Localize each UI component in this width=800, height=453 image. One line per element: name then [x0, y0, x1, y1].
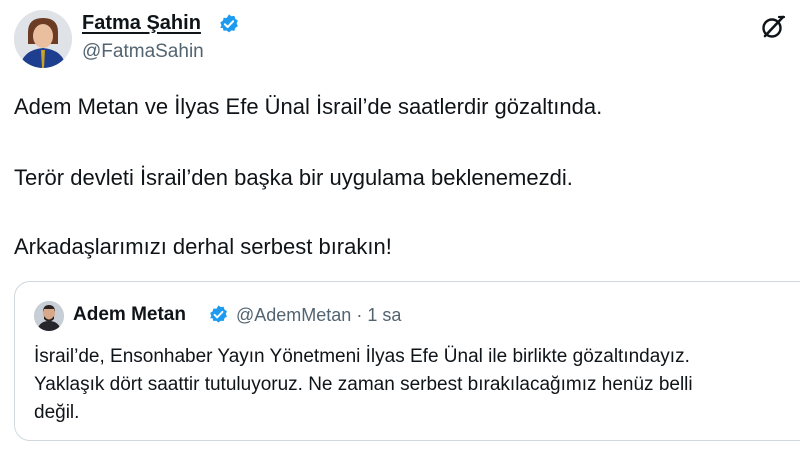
- tweet-text-line: Adem Metan ve İlyas Efe Ünal İsrail’de s…: [14, 94, 603, 119]
- tweet-text-line: Arkadaşlarımızı derhal serbest bırakın!: [14, 234, 392, 259]
- quoted-author-handle-time[interactable]: @AdemMetan · 1 sa: [236, 305, 401, 326]
- tweet-text-line: Terör devleti İsrail’den başka bir uygul…: [14, 165, 573, 190]
- quoted-author-avatar[interactable]: [34, 301, 64, 331]
- quoted-author-name[interactable]: Adem Metan: [73, 304, 186, 326]
- quoted-author-avatar-image: [34, 301, 64, 331]
- verified-badge-icon: [208, 304, 229, 325]
- author-avatar-image: [14, 10, 72, 68]
- author-avatar[interactable]: [14, 10, 72, 68]
- author-name[interactable]: Fatma Şahin: [82, 12, 201, 35]
- grok-icon[interactable]: [760, 14, 786, 40]
- author-handle[interactable]: @FatmaSahin: [82, 41, 204, 63]
- verified-badge-icon: [218, 13, 240, 35]
- quoted-text-line: Yaklaşık dört saattir tutuluyoruz. Ne za…: [34, 374, 693, 395]
- quoted-tweet-card[interactable]: Adem Metan @AdemMetan · 1 sa İsrail’de, …: [14, 281, 800, 441]
- tweet: Fatma Şahin @FatmaSahin Adem Metan ve İl…: [0, 0, 800, 453]
- quoted-text-line: değil.: [34, 402, 80, 423]
- quoted-text-line: İsrail’de, Ensonhaber Yayın Yönetmeni İl…: [34, 346, 690, 367]
